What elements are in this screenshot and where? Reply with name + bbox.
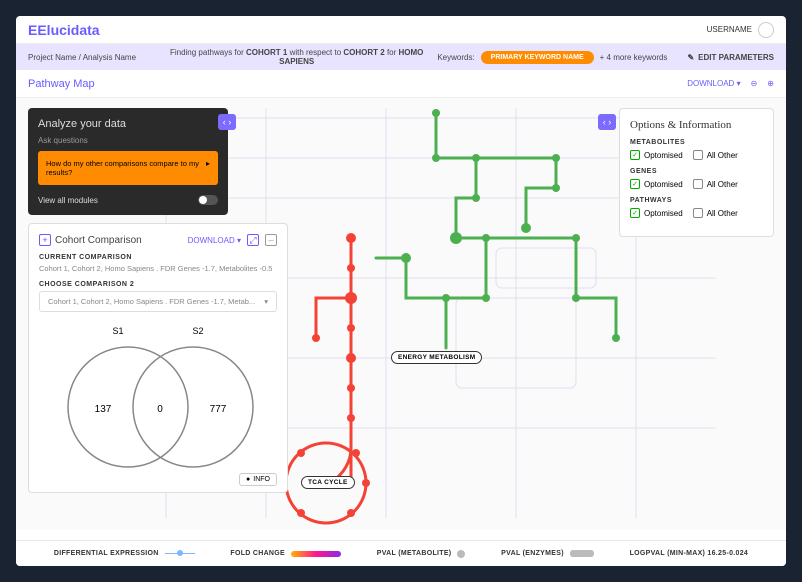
metabolites-optimised-checkbox[interactable]: ✓Optomised — [630, 150, 683, 160]
current-comparison-label: CURRENT COMPARISON — [39, 254, 277, 261]
primary-keyword-chip[interactable]: PRIMARY KEYWORD NAME — [481, 51, 594, 64]
zoom-out-icon[interactable]: ⊖ — [751, 79, 758, 88]
de-line-icon — [165, 553, 195, 554]
genes-allother-checkbox[interactable]: All Other — [693, 179, 738, 189]
user-menu[interactable]: USERNAME — [707, 22, 774, 38]
expand-icon[interactable]: + — [39, 234, 51, 246]
keywords-label: Keywords: — [437, 53, 474, 62]
panel-collapse-button[interactable]: ‹ › — [218, 114, 236, 130]
zoom-in-icon[interactable]: ⊕ — [767, 79, 774, 88]
pathways-allother-checkbox[interactable]: All Other — [693, 208, 738, 218]
edit-parameters-button[interactable]: ✎ EDIT PARAMETERS — [687, 53, 774, 62]
pathways-optimised-checkbox[interactable]: ✓Optomised — [630, 208, 683, 218]
info-icon: ● — [246, 476, 250, 483]
modules-toggle[interactable] — [198, 195, 218, 205]
maximize-icon[interactable]: ⤢ — [247, 234, 259, 246]
venn-s1-label: S1 — [112, 326, 123, 336]
gradient-icon — [291, 551, 341, 557]
comparison-dropdown[interactable]: Cohort 1, Cohort 2, Homo Sapiens . FDR G… — [39, 291, 277, 312]
page-title: Pathway Map — [28, 78, 95, 90]
options-panel: Options & Information METABOLITES ✓Optom… — [619, 108, 774, 237]
dot-icon — [457, 550, 465, 558]
options-title: Options & Information — [630, 119, 763, 131]
breadcrumb[interactable]: Project Name / Analysis Name — [28, 53, 136, 62]
cohort-download[interactable]: DOWNLOAD ▾ — [188, 236, 241, 245]
venn-mid-count: 0 — [157, 404, 163, 415]
finding-text: Finding pathways for COHORT 1 with respe… — [156, 48, 437, 66]
venn-left-count: 137 — [95, 404, 112, 415]
current-comparison-text: Cohort 1, Cohort 2, Homo Sapiens . FDR G… — [39, 264, 277, 273]
options-collapse-button[interactable]: ‹ › — [598, 114, 616, 130]
analyze-question-dropdown[interactable]: How do my other comparisons compare to m… — [38, 151, 218, 185]
info-button[interactable]: ● INFO — [239, 473, 277, 486]
analyze-panel: ‹ › Analyze your data Ask questions How … — [28, 108, 228, 215]
legend-bar: DIFFERENTIAL EXPRESSION FOLD CHANGE PVAL… — [16, 540, 786, 566]
venn-s2-label: S2 — [192, 326, 203, 336]
download-button[interactable]: DOWNLOAD ▾ — [687, 79, 740, 88]
pill-icon — [570, 550, 594, 557]
view-modules-label: View all modules — [38, 196, 98, 205]
node-label-energy[interactable]: ENERGY METABOLISM — [391, 351, 482, 364]
node-label-tca[interactable]: TCA CYCLE — [301, 476, 355, 489]
metabolites-allother-checkbox[interactable]: All Other — [693, 150, 738, 160]
pencil-icon: ✎ — [687, 53, 694, 62]
analyze-title: Analyze your data — [38, 118, 218, 130]
venn-right-count: 777 — [210, 404, 227, 415]
choose-comparison-label: CHOOSE COMPARISON 2 — [39, 281, 277, 288]
cohort-panel: + Cohort Comparison DOWNLOAD ▾ ⤢ – CURRE… — [28, 223, 288, 493]
chevron-down-icon: ▾ — [264, 297, 268, 306]
more-keywords[interactable]: + 4 more keywords — [600, 53, 668, 62]
venn-diagram: S1 S2 137 0 777 — [39, 322, 277, 482]
avatar-icon — [758, 22, 774, 38]
analyze-subtitle: Ask questions — [38, 136, 218, 145]
logo: EElucidata — [28, 22, 100, 38]
cohort-title: Cohort Comparison — [55, 235, 142, 246]
genes-optimised-checkbox[interactable]: ✓Optomised — [630, 179, 683, 189]
close-icon[interactable]: – — [265, 234, 277, 246]
